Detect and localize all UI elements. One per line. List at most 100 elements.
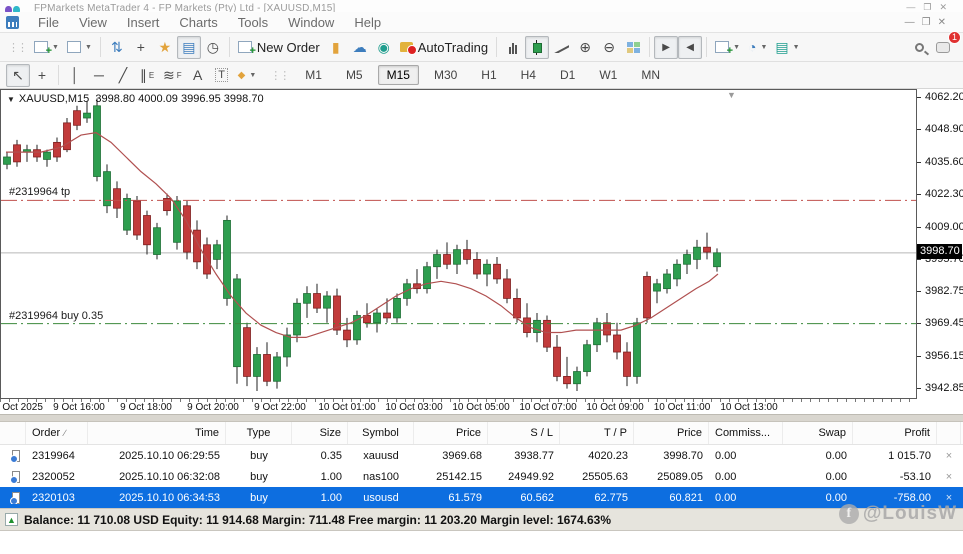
timeframe-d1[interactable]: D1 xyxy=(551,65,584,85)
window-controls[interactable]: —❐✕ xyxy=(906,2,955,12)
cell-size: 0.35 xyxy=(292,450,348,462)
crosshair-icon: + xyxy=(38,67,46,83)
strategy-tester-button[interactable]: ◷ xyxy=(201,36,225,59)
trendline-button[interactable]: ╱ xyxy=(111,64,135,87)
chevron-down-icon[interactable]: ▼ xyxy=(7,95,15,104)
chart-plot[interactable]: ▼XAUUSD,M15 3998.80 4000.09 3996.95 3998… xyxy=(0,89,917,399)
close-icon: ✕ xyxy=(939,2,955,12)
menu-item-view[interactable]: View xyxy=(69,13,117,32)
cell-price2: 25089.05 xyxy=(634,471,709,483)
tp-order-line-label[interactable]: #2319964 tp xyxy=(9,186,70,198)
column-header-tp[interactable]: T / P xyxy=(560,422,634,444)
order-row-2320103[interactable]: 23201032025.10.10 06:34:53buy1.00usousd6… xyxy=(0,487,963,508)
toolbar-drag-handle[interactable]: ⋮⋮ xyxy=(8,41,26,54)
menu-item-window[interactable]: Window xyxy=(278,13,344,32)
fibonacci-button[interactable]: ≋F xyxy=(159,64,186,87)
close-order-icon[interactable]: × xyxy=(937,471,961,483)
panel-splitter[interactable] xyxy=(0,414,963,422)
price-tick-mark xyxy=(917,323,921,324)
timeframe-w1[interactable]: W1 xyxy=(590,65,626,85)
arrows-button[interactable]: ◆▼ xyxy=(234,64,261,87)
close-order-icon[interactable]: × xyxy=(937,450,961,462)
text-label-button[interactable]: T xyxy=(210,64,234,87)
toolbar-drag-handle[interactable]: ⋮⋮ xyxy=(270,69,288,82)
text-button[interactable]: A xyxy=(186,64,210,87)
price-axis[interactable]: 4062.204048.904035.604022.304009.003995.… xyxy=(917,89,963,399)
horizontal-line-icon: ─ xyxy=(94,67,104,83)
timeframe-m1[interactable]: M1 xyxy=(296,65,331,85)
timeframe-h1[interactable]: H1 xyxy=(472,65,505,85)
orders-table-header[interactable]: Order∕TimeTypeSizeSymbolPriceS / LT / PP… xyxy=(0,422,963,445)
navigator-button[interactable]: ★ xyxy=(153,36,177,59)
order-row-2319964[interactable]: 23199642025.10.10 06:29:55buy0.35xauusd3… xyxy=(0,445,963,466)
channel-button[interactable]: ∥E xyxy=(135,64,159,87)
buy-order-line-label[interactable]: #2319964 buy 0.35 xyxy=(9,310,103,322)
mdi-window-controls[interactable]: —❐✕ xyxy=(905,17,953,28)
column-header-swap[interactable]: Swap xyxy=(783,422,853,444)
profiles-button[interactable]: ▼ xyxy=(63,36,96,59)
timeframe-mn[interactable]: MN xyxy=(632,65,669,85)
candlestick-chart-button[interactable] xyxy=(525,36,549,59)
column-header-type[interactable]: Type xyxy=(226,422,292,444)
line-chart-icon xyxy=(554,41,569,53)
search-button[interactable] xyxy=(907,36,931,59)
menu-item-insert[interactable]: Insert xyxy=(117,13,170,32)
column-header-order[interactable]: Order∕ xyxy=(26,422,88,444)
periods-button[interactable]: ◔▼ xyxy=(744,36,771,59)
cell-commission: 0.00 xyxy=(709,471,783,483)
templates-button[interactable]: ▤▼ xyxy=(771,36,803,59)
bar-chart-button[interactable] xyxy=(501,36,525,59)
cell-commission: 0.00 xyxy=(709,450,783,462)
column-header-symbol[interactable]: Symbol xyxy=(348,422,414,444)
zoom-in-button[interactable]: ⊕ xyxy=(573,36,597,59)
close-order-icon[interactable]: × xyxy=(937,492,961,504)
column-header-commiss[interactable]: Commiss... xyxy=(709,422,783,444)
metaeditor-button[interactable]: ▮ xyxy=(324,36,348,59)
terminal-button[interactable]: ▤ xyxy=(177,36,201,59)
new-order-button[interactable]: +New Order xyxy=(234,36,324,59)
fibonacci-icon: ≋ xyxy=(163,67,175,84)
cursor-button[interactable]: ↖ xyxy=(6,64,30,87)
menu-item-file[interactable]: File xyxy=(28,13,69,32)
timeframe-h4[interactable]: H4 xyxy=(512,65,545,85)
watermark: f @LouisW xyxy=(839,503,957,525)
cell-time: 2025.10.10 06:34:53 xyxy=(88,492,226,504)
menu-item-help[interactable]: Help xyxy=(344,13,391,32)
new-chart-button[interactable]: +▼ xyxy=(30,36,63,59)
chart-shift-icon: ◀ xyxy=(686,42,694,53)
timeframe-m15[interactable]: M15 xyxy=(378,65,419,85)
column-header-size[interactable]: Size xyxy=(292,422,348,444)
menu-item-charts[interactable]: Charts xyxy=(169,13,227,32)
tile-windows-button[interactable] xyxy=(621,36,645,59)
auto-scroll-button[interactable]: ▶ xyxy=(654,36,678,59)
column-header-price[interactable]: Price xyxy=(414,422,488,444)
window-title: FPMarkets MetaTrader 4 - FP Markets (Pty… xyxy=(34,3,336,12)
notification-badge: 1 xyxy=(948,31,961,44)
crosshair-button[interactable]: + xyxy=(30,64,54,87)
chart-shift-button[interactable]: ◀ xyxy=(678,36,702,59)
horizontal-line-button[interactable]: ─ xyxy=(87,64,111,87)
column-header-profit[interactable]: Profit xyxy=(853,422,937,444)
column-header-sl[interactable]: S / L xyxy=(488,422,560,444)
data-window-button[interactable]: + xyxy=(129,36,153,59)
timeframe-m5[interactable]: M5 xyxy=(337,65,372,85)
autotrading-button[interactable]: AutoTrading xyxy=(396,36,492,59)
timeframe-m30[interactable]: M30 xyxy=(425,65,466,85)
market-watch-button[interactable]: ⇅ xyxy=(105,36,129,59)
column-header-price[interactable]: Price xyxy=(634,422,709,444)
signals-button[interactable]: ◉ xyxy=(372,36,396,59)
menu-item-tools[interactable]: Tools xyxy=(228,13,278,32)
notifications-button[interactable]: 1 xyxy=(931,36,955,59)
time-axis[interactable]: 9 Oct 20259 Oct 16:009 Oct 18:009 Oct 20… xyxy=(0,399,963,414)
metaeditor-icon: ▮ xyxy=(332,39,340,56)
restore-icon: ❐ xyxy=(923,2,939,12)
indicators-button[interactable]: +▼ xyxy=(711,36,744,59)
zoom-out-button[interactable]: ⊖ xyxy=(597,36,621,59)
line-chart-button[interactable] xyxy=(549,36,573,59)
vertical-line-button[interactable]: │ xyxy=(63,64,87,87)
expert-advisors-button[interactable]: ☁ xyxy=(348,36,372,59)
scroll-end-marker-icon[interactable]: ▼ xyxy=(727,90,736,100)
tile-windows-icon xyxy=(627,42,640,53)
order-row-2320052[interactable]: 23200522025.10.10 06:32:08buy1.00nas1002… xyxy=(0,466,963,487)
column-header-time[interactable]: Time xyxy=(88,422,226,444)
